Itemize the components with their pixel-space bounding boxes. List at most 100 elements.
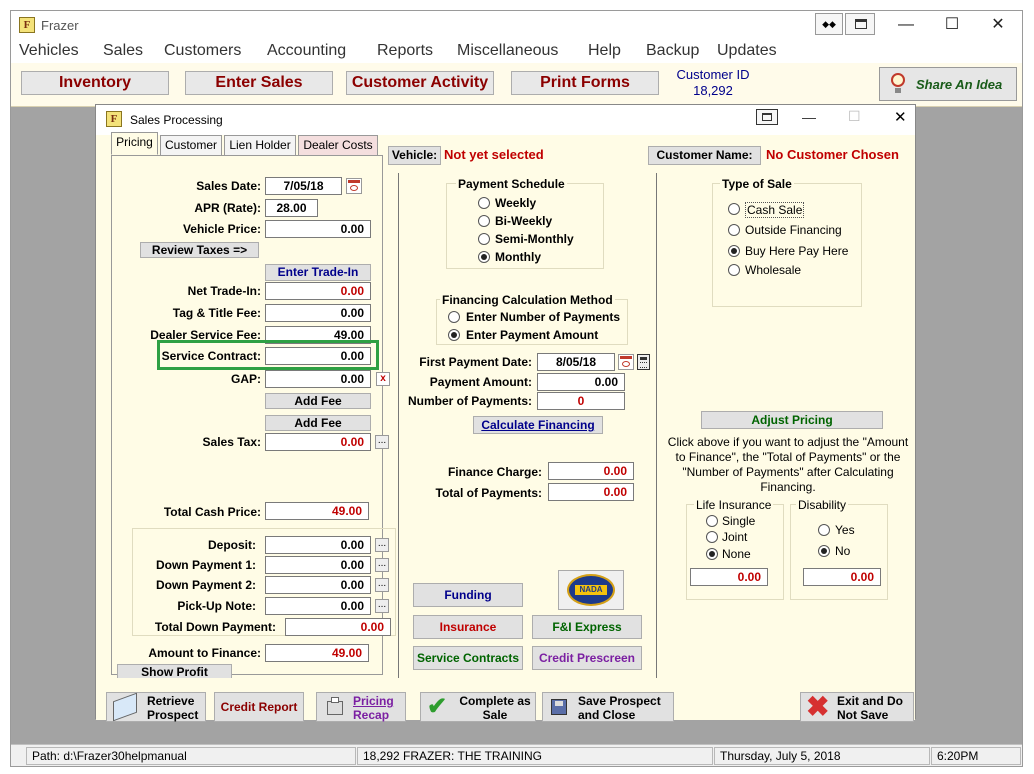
pickup-note-input[interactable]: 0.00 <box>265 597 371 615</box>
radio-outside-financing[interactable] <box>728 224 740 236</box>
sales-tax-details-button[interactable]: ... <box>375 435 389 449</box>
vehicle-button[interactable]: Vehicle: <box>388 146 441 165</box>
save-prospect-button[interactable]: Save Prospect and Close <box>542 692 674 722</box>
radio-life-joint[interactable] <box>706 531 718 543</box>
pickup-note-details-button[interactable]: ... <box>375 599 389 613</box>
menu-customers[interactable]: Customers <box>164 42 241 60</box>
enter-sales-button[interactable]: Enter Sales <box>185 71 333 95</box>
tag-title-input[interactable]: 0.00 <box>265 304 371 322</box>
vehicle-price-input[interactable]: 0.00 <box>265 220 371 238</box>
menu-reports[interactable]: Reports <box>377 42 433 60</box>
exit-no-save-button[interactable]: ✖ Exit and Do Not Save <box>800 691 914 722</box>
menu-backup[interactable]: Backup <box>646 42 699 60</box>
radio-monthly[interactable] <box>478 251 490 263</box>
sales-date-input[interactable]: 7/05/18 <box>265 177 342 195</box>
minimize-icon[interactable]: — <box>883 11 929 39</box>
vehicle-price-label: Vehicle Price: <box>182 222 261 236</box>
pricing-recap-button[interactable]: Pricing Recap <box>316 692 406 722</box>
complete-sale-button[interactable]: ✔ Complete as Sale <box>420 692 536 722</box>
close-icon[interactable]: ✕ <box>975 11 1021 39</box>
radio-life-none[interactable] <box>706 548 718 560</box>
arrows-icon[interactable]: ◆◆ <box>815 13 843 35</box>
enter-tradein-button[interactable]: Enter Trade-In <box>265 264 371 281</box>
down-payment-2-input[interactable]: 0.00 <box>265 576 371 594</box>
num-payments-input[interactable]: 0 <box>537 392 625 410</box>
radio-wholesale[interactable] <box>728 264 740 276</box>
radio-disability-no[interactable] <box>818 545 830 557</box>
radio-semimonthly[interactable] <box>478 233 490 245</box>
fi-express-button[interactable]: F&I Express <box>532 615 642 639</box>
deposit-details-button[interactable]: ... <box>375 538 389 552</box>
radio-weekly[interactable] <box>478 197 490 209</box>
radio-enter-payment-amount[interactable] <box>448 329 460 341</box>
gap-input[interactable]: 0.00 <box>265 370 371 388</box>
service-contract-input[interactable]: 0.00 <box>265 347 371 365</box>
deposit-input[interactable]: 0.00 <box>265 536 371 554</box>
credit-report-button[interactable]: Credit Report <box>214 692 304 722</box>
insurance-button[interactable]: Insurance <box>413 615 523 639</box>
total-payments-input: 0.00 <box>548 483 634 501</box>
radio-enter-number-payments[interactable] <box>448 311 460 323</box>
add-fee-button-1[interactable]: Add Fee <box>265 393 371 409</box>
total-down-label: Total Down Payment: <box>154 620 276 634</box>
calculate-financing-button[interactable]: Calculate Financing <box>473 416 603 434</box>
down-payment-1-details-button[interactable]: ... <box>375 558 389 572</box>
inventory-button[interactable]: Inventory <box>21 71 169 95</box>
dialog-minimize-icon[interactable]: — <box>802 109 816 125</box>
tab-lien-holder[interactable]: Lien Holder <box>224 135 296 155</box>
service-contracts-button[interactable]: Service Contracts <box>413 646 523 670</box>
radio-cash-sale[interactable] <box>728 203 740 215</box>
tab-dealer-costs[interactable]: Dealer Costs <box>298 135 378 155</box>
dialog-maximize-icon: ☐ <box>848 108 861 124</box>
printer-icon <box>327 697 343 715</box>
dialog-close-icon[interactable]: ✕ <box>894 108 907 126</box>
status-user: 18,292 FRAZER: THE TRAINING <box>357 747 713 765</box>
print-forms-button[interactable]: Print Forms <box>511 71 659 95</box>
calendar-icon[interactable] <box>618 354 634 370</box>
nada-button[interactable]: NADA <box>558 570 624 610</box>
calendar-icon[interactable] <box>346 178 362 194</box>
retrieve-prospect-button[interactable]: Retrieve Prospect <box>106 692 206 722</box>
menu-updates[interactable]: Updates <box>717 42 777 60</box>
add-fee-button-2[interactable]: Add Fee <box>265 415 371 431</box>
review-taxes-button[interactable]: Review Taxes => <box>140 242 259 258</box>
down-payment-2-details-button[interactable]: ... <box>375 578 389 592</box>
calculator-icon[interactable] <box>637 354 650 370</box>
net-tradein-label: Net Trade-In: <box>187 284 261 298</box>
credit-prescreen-button[interactable]: Credit Prescreen <box>532 646 642 670</box>
window-mode-button[interactable] <box>756 109 778 125</box>
radio-biweekly[interactable] <box>478 215 490 227</box>
folder-icon <box>113 692 137 722</box>
customer-name-button[interactable]: Customer Name: <box>648 146 761 165</box>
maximize-icon[interactable]: ☐ <box>929 11 975 39</box>
disability-input[interactable]: 0.00 <box>803 568 881 586</box>
apr-input[interactable]: 28.00 <box>265 199 318 217</box>
tab-pricing[interactable]: Pricing <box>111 132 158 155</box>
life-single-label: Single <box>722 514 756 528</box>
sales-tax-input[interactable]: 0.00 <box>265 433 371 451</box>
pickup-note-label: Pick-Up Note: <box>177 599 256 613</box>
menu-help[interactable]: Help <box>588 42 621 60</box>
radio-life-single[interactable] <box>706 515 718 527</box>
menu-miscellaneous[interactable]: Miscellaneous <box>457 42 558 60</box>
menu-sales[interactable]: Sales <box>103 42 143 60</box>
tab-customer[interactable]: Customer <box>160 135 222 155</box>
share-idea-button[interactable]: Share An Idea <box>879 67 1017 101</box>
adjust-pricing-button[interactable]: Adjust Pricing <box>701 411 883 429</box>
gap-clear-icon[interactable]: x <box>376 372 390 386</box>
net-tradein-input[interactable]: 0.00 <box>265 282 371 300</box>
exit-label-2: Not Save <box>837 708 889 722</box>
radio-buy-here-pay-here[interactable] <box>728 245 740 257</box>
payment-amount-input[interactable]: 0.00 <box>537 373 625 391</box>
funding-button[interactable]: Funding <box>413 583 523 607</box>
life-insurance-input[interactable]: 0.00 <box>690 568 768 586</box>
down-payment-1-input[interactable]: 0.00 <box>265 556 371 574</box>
customer-activity-button[interactable]: Customer Activity <box>346 71 494 95</box>
menu-accounting[interactable]: Accounting <box>267 42 346 60</box>
app-title: Frazer <box>41 18 79 33</box>
radio-disability-yes[interactable] <box>818 524 830 536</box>
first-payment-input[interactable]: 8/05/18 <box>537 353 615 371</box>
menu-vehicles[interactable]: Vehicles <box>19 42 79 60</box>
window-mode-button[interactable] <box>845 13 875 35</box>
outside-financing-label: Outside Financing <box>745 223 842 237</box>
